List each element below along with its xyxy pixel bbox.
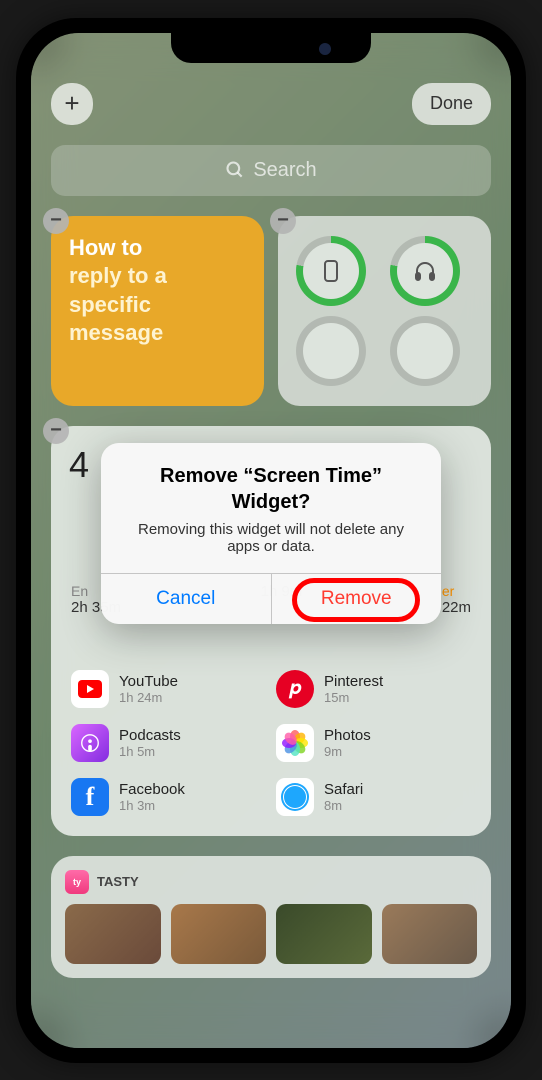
search-bar[interactable]: Search xyxy=(51,145,491,196)
top-bar: + Done xyxy=(51,83,491,125)
pinterest-icon: 𝒑 xyxy=(276,670,314,708)
notes-line1: How to xyxy=(69,235,142,260)
tasty-thumbnail xyxy=(65,904,161,964)
youtube-icon xyxy=(71,670,109,708)
remove-button[interactable]: Remove xyxy=(272,574,442,624)
photos-icon xyxy=(276,724,314,762)
widget-row: − How toreply to a specific message − xyxy=(51,216,491,406)
app-duration: 1h 5m xyxy=(119,744,181,759)
search-placeholder: Search xyxy=(253,159,316,182)
app-item-podcasts: Podcasts1h 5m xyxy=(71,724,266,762)
app-duration: 8m xyxy=(324,798,363,813)
tasty-thumbnail xyxy=(382,904,478,964)
remove-widget-badge[interactable]: − xyxy=(270,208,296,234)
facebook-icon: f xyxy=(71,778,109,816)
app-item-youtube: YouTube1h 24m xyxy=(71,670,266,708)
alert-title: Remove “Screen Time” Widget? xyxy=(121,463,421,515)
notch xyxy=(171,33,371,63)
battery-ring-empty xyxy=(390,316,460,386)
tasty-header: ty TASTY xyxy=(65,870,477,894)
tasty-widget[interactable]: ty TASTY xyxy=(51,856,491,978)
alert-message: Removing this widget will not delete any… xyxy=(121,521,421,555)
app-name: Safari xyxy=(324,781,363,798)
app-item-facebook: f Facebook1h 3m xyxy=(71,778,266,816)
app-duration: 15m xyxy=(324,690,383,705)
cancel-button[interactable]: Cancel xyxy=(101,574,272,624)
app-name: YouTube xyxy=(119,673,178,690)
headphones-icon xyxy=(413,259,437,283)
phone-icon xyxy=(323,259,339,283)
remove-widget-alert: Remove “Screen Time” Widget? Removing th… xyxy=(101,443,441,624)
batteries-widget[interactable]: − xyxy=(278,216,491,406)
notes-line2: reply to a specific message xyxy=(69,263,167,345)
app-name: Podcasts xyxy=(119,727,181,744)
remove-button-label: Remove xyxy=(321,588,392,609)
app-item-safari: Safari8m xyxy=(276,778,471,816)
cat-label: er xyxy=(442,583,471,599)
tasty-thumbnail xyxy=(276,904,372,964)
add-widget-button[interactable]: + xyxy=(51,83,93,125)
done-button[interactable]: Done xyxy=(412,83,491,125)
app-name: Pinterest xyxy=(324,673,383,690)
app-item-pinterest: 𝒑 Pinterest15m xyxy=(276,670,471,708)
app-name: Facebook xyxy=(119,781,185,798)
podcasts-icon xyxy=(71,724,109,762)
battery-ring-headphones xyxy=(390,236,460,306)
app-duration: 1h 24m xyxy=(119,690,178,705)
phone-frame: + Done Search − How to reply to a specifi… xyxy=(16,18,526,1063)
screen: + Done Search − How to reply to a specifi… xyxy=(31,33,511,1048)
search-icon xyxy=(225,160,245,180)
battery-ring-phone xyxy=(296,236,366,306)
app-duration: 1h 3m xyxy=(119,798,185,813)
safari-icon xyxy=(276,778,314,816)
tasty-thumbnail xyxy=(171,904,267,964)
tasty-icon: ty xyxy=(65,870,89,894)
notes-widget[interactable]: − How toreply to a specific message xyxy=(51,216,264,406)
remove-widget-badge[interactable]: − xyxy=(43,208,69,234)
remove-widget-badge[interactable]: − xyxy=(43,418,69,444)
battery-ring-empty xyxy=(296,316,366,386)
tasty-label: TASTY xyxy=(97,874,139,889)
tasty-images xyxy=(65,904,477,964)
app-name: Photos xyxy=(324,727,371,744)
screentime-apps: YouTube1h 24m 𝒑 Pinterest15m Podcasts1h 5… xyxy=(71,670,471,816)
app-item-photos: Photos9m xyxy=(276,724,471,762)
cat-value: 22m xyxy=(442,599,471,616)
app-duration: 9m xyxy=(324,744,371,759)
